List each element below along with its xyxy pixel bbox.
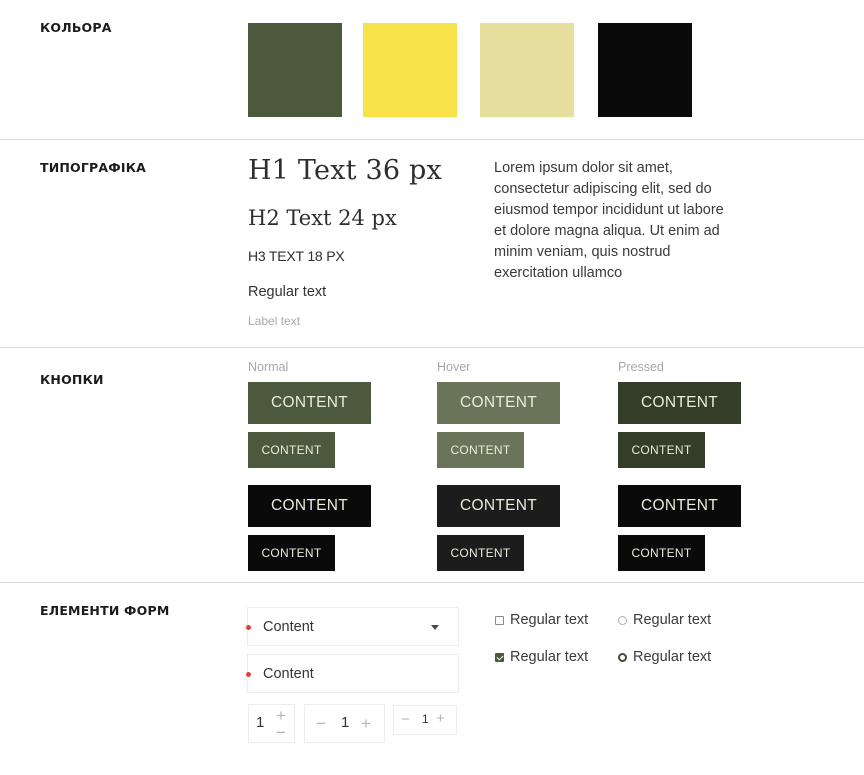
divider bbox=[0, 582, 864, 583]
divider bbox=[0, 347, 864, 348]
primary-button-large-pressed[interactable]: CONTENT bbox=[618, 382, 741, 424]
swatch-dark-olive bbox=[248, 23, 342, 117]
primary-button-small-hover[interactable]: CONTENT bbox=[437, 432, 524, 468]
swatch-black bbox=[598, 23, 692, 117]
primary-button-large-hover[interactable]: CONTENT bbox=[437, 382, 560, 424]
dark-button-small-hover[interactable]: CONTENT bbox=[437, 535, 524, 571]
minus-icon[interactable]: − bbox=[316, 715, 326, 732]
select-value: Content bbox=[263, 618, 314, 635]
quantity-stepper-vertical[interactable]: 1 + − bbox=[248, 704, 295, 743]
state-label-normal: Normal bbox=[248, 360, 289, 374]
section-title-form-elements: ЕЛЕМЕНТИ ФОРМ bbox=[40, 603, 170, 618]
h2-sample: H2 Text 24 px bbox=[248, 206, 397, 230]
swatch-yellow bbox=[363, 23, 457, 117]
stepper-value[interactable]: 1 bbox=[422, 712, 429, 726]
input-value: Content bbox=[263, 665, 314, 682]
plus-icon[interactable]: + bbox=[361, 715, 371, 732]
section-title-colors: КОЛЬОРА bbox=[40, 20, 112, 35]
radio-label: Regular text bbox=[633, 649, 712, 665]
dark-button-small-normal[interactable]: CONTENT bbox=[248, 535, 335, 571]
dark-button-large-pressed[interactable]: CONTENT bbox=[618, 485, 741, 527]
radio-unchecked[interactable]: Regular text bbox=[618, 612, 711, 628]
minus-icon[interactable]: − bbox=[276, 724, 286, 741]
radio-checked-icon[interactable] bbox=[618, 652, 627, 662]
required-indicator bbox=[246, 672, 251, 677]
checkbox-checked[interactable]: Regular text bbox=[495, 649, 588, 665]
section-title-typography: ТИПОГРАФІКА bbox=[40, 160, 147, 175]
dark-button-large-hover[interactable]: CONTENT bbox=[437, 485, 560, 527]
primary-button-small-pressed[interactable]: CONTENT bbox=[618, 432, 705, 468]
h3-sample: H3 TEXT 18 PX bbox=[248, 248, 345, 264]
checkbox-checked-icon[interactable] bbox=[495, 652, 504, 662]
plus-icon[interactable]: + bbox=[276, 707, 286, 724]
caret-down-icon[interactable] bbox=[431, 625, 439, 630]
primary-button-small-normal[interactable]: CONTENT bbox=[248, 432, 335, 468]
swatch-pale-khaki bbox=[480, 23, 574, 117]
checkbox-unchecked[interactable]: Regular text bbox=[495, 612, 588, 628]
text-input[interactable]: Content bbox=[246, 654, 459, 693]
paragraph-sample: Lorem ipsum dolor sit amet, consectetur … bbox=[494, 160, 724, 281]
dark-button-large-normal[interactable]: CONTENT bbox=[248, 485, 371, 527]
radio-icon[interactable] bbox=[618, 615, 627, 625]
required-indicator bbox=[246, 625, 251, 630]
regular-text-sample: Regular text bbox=[248, 284, 327, 300]
stepper-value[interactable]: 1 bbox=[256, 714, 264, 731]
state-label-pressed: Pressed bbox=[618, 360, 664, 374]
checkbox-icon[interactable] bbox=[495, 615, 504, 625]
checkbox-label: Regular text bbox=[510, 612, 589, 628]
select-field[interactable]: Content bbox=[246, 607, 459, 646]
radio-label: Regular text bbox=[633, 612, 712, 628]
dark-button-small-pressed[interactable]: CONTENT bbox=[618, 535, 705, 571]
checkbox-label: Regular text bbox=[510, 649, 589, 665]
stepper-value[interactable]: 1 bbox=[341, 714, 349, 731]
quantity-stepper-small[interactable]: − 1 + bbox=[393, 705, 457, 735]
quantity-stepper-large[interactable]: − 1 + bbox=[304, 704, 385, 743]
radio-checked[interactable]: Regular text bbox=[618, 649, 711, 665]
minus-icon[interactable]: − bbox=[401, 712, 410, 727]
label-text-sample: Label text bbox=[248, 314, 301, 328]
primary-button-large-normal[interactable]: CONTENT bbox=[248, 382, 371, 424]
plus-icon[interactable]: + bbox=[436, 711, 445, 726]
section-title-buttons: КНОПКИ bbox=[40, 372, 104, 387]
h1-sample: H1 Text 36 px bbox=[248, 155, 442, 186]
divider bbox=[0, 139, 864, 140]
state-label-hover: Hover bbox=[437, 360, 471, 374]
